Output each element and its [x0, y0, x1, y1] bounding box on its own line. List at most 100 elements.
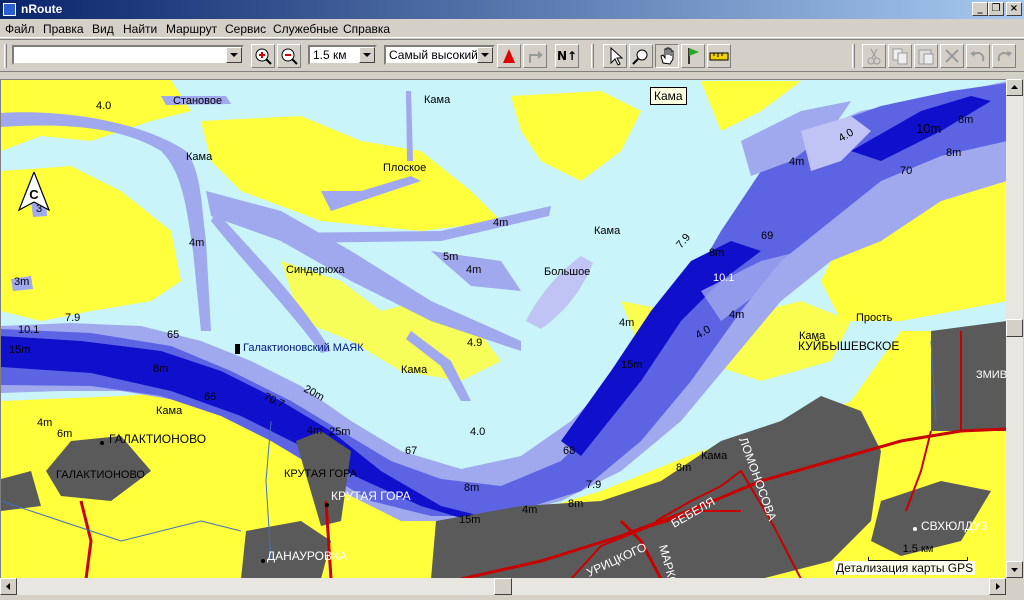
map-canvas[interactable]: 4.0 Становое Кама Кама Плоское 4m 3 4m С… [1, 80, 1006, 578]
map-label: Кама [401, 364, 428, 376]
waypoint-tool-button[interactable] [681, 44, 705, 68]
detail-value: Самый высокий [389, 48, 478, 62]
map-label: 4.0 [96, 100, 111, 112]
title-bar: nRoute _ ❐ × [0, 0, 1024, 19]
scale-select[interactable]: 1.5 км [308, 45, 377, 65]
map-label: КРУТАЯ ГОРА [284, 468, 358, 480]
north-up-button[interactable]: N↑ [555, 44, 579, 68]
map-label: 4.0 [470, 426, 485, 438]
detail-label: Детализация карты GPS [834, 561, 976, 575]
menu-file[interactable]: Файл [5, 22, 35, 36]
hand-icon [660, 47, 674, 65]
measure-tool-button[interactable] [707, 44, 731, 68]
copy-button[interactable] [888, 44, 912, 68]
map-label: Плоское [383, 162, 426, 174]
close-button[interactable]: × [1006, 2, 1022, 16]
redo-icon [997, 51, 1012, 62]
chevron-down-icon[interactable] [477, 47, 493, 63]
zoom-tool-button[interactable] [629, 44, 653, 68]
map-label: 8m [153, 363, 168, 375]
map-label: КУЙБЫШЕВСКОЕ [798, 338, 899, 353]
toolbar-grip[interactable] [852, 44, 855, 68]
menu-help[interactable]: Справка [343, 22, 390, 36]
toolbar-grip[interactable] [4, 44, 7, 68]
pan-tool-button[interactable] [655, 44, 679, 68]
map-label: 10m [916, 121, 941, 136]
scrollbar-corner [1006, 578, 1024, 600]
map-label: 15m [459, 514, 480, 526]
menu-service[interactable]: Сервис [225, 22, 266, 36]
map-label: Становое [173, 95, 222, 107]
copy-icon [892, 48, 908, 65]
map-label: 5m [443, 251, 458, 263]
map-label: Большое [544, 266, 590, 278]
lighthouse-icon [235, 344, 240, 354]
map-label: 4m [522, 504, 537, 516]
menu-find[interactable]: Найти [123, 22, 157, 36]
map-label: 68 [563, 445, 575, 457]
horizontal-scroll-thumb[interactable] [494, 578, 512, 595]
zoom-out-button[interactable] [277, 44, 301, 68]
maximize-button[interactable]: ❐ [988, 2, 1004, 16]
minimize-button[interactable]: _ [972, 2, 988, 16]
chevron-down-icon[interactable] [359, 47, 375, 63]
map-label: КРУТАЯ ГОРА [331, 489, 411, 503]
poi-dot [261, 559, 265, 563]
compass-letter: С [29, 187, 39, 202]
vertical-scroll-thumb[interactable] [1006, 319, 1023, 337]
menu-bar: Файл Правка Вид Найти Маршрут Сервис Слу… [0, 19, 1024, 38]
map-label: 4m [619, 317, 634, 329]
undo-button[interactable] [966, 44, 990, 68]
map-label: 8m [464, 482, 479, 494]
position-button[interactable] [497, 44, 521, 68]
search-combo[interactable] [12, 45, 244, 65]
menu-route[interactable]: Маршрут [166, 22, 217, 36]
paste-button[interactable] [914, 44, 938, 68]
map-label: 4m [307, 425, 322, 437]
delete-button[interactable] [940, 44, 964, 68]
detail-select[interactable]: Самый высокий [384, 45, 495, 65]
arrow-left-icon [6, 583, 10, 590]
map-label: Прость [856, 312, 893, 324]
menu-utilities[interactable]: Служебные [273, 22, 338, 36]
map-label: 15m [621, 359, 642, 371]
map-label: 3m [14, 276, 29, 288]
map-label: Кама [156, 405, 183, 417]
select-tool-button[interactable] [603, 44, 627, 68]
scroll-left-button[interactable] [0, 578, 17, 595]
scroll-down-button[interactable] [1006, 561, 1023, 578]
scroll-up-button[interactable] [1006, 79, 1023, 96]
cut-button[interactable] [862, 44, 886, 68]
map-label: Кама [186, 151, 213, 163]
map-label: 66 [204, 391, 216, 403]
map-view[interactable]: 4.0 Становое Кама Кама Плоское 4m 3 4m С… [0, 79, 1006, 578]
zoom-in-button[interactable] [251, 44, 275, 68]
map-label: 8m [568, 498, 583, 510]
menu-view[interactable]: Вид [92, 22, 114, 36]
scroll-right-button[interactable] [989, 578, 1006, 595]
menu-edit[interactable]: Правка [43, 22, 84, 36]
turn-button[interactable] [523, 44, 547, 68]
map-label: 10.1 [18, 324, 39, 336]
map-label: 67 [405, 445, 417, 457]
window-title: nRoute [21, 2, 63, 16]
redo-button[interactable] [992, 44, 1016, 68]
vertical-scrollbar[interactable] [1006, 79, 1023, 578]
map-label: 4m [37, 417, 52, 429]
map-label: 65 [167, 329, 179, 341]
toolbar-grip[interactable] [591, 44, 594, 68]
map-label: ГАЛАКТИОНОВО [109, 432, 206, 446]
horizontal-scrollbar[interactable] [0, 578, 1006, 595]
map-label: Кама [701, 450, 728, 462]
magnifier-icon [632, 49, 648, 65]
poi-dot [913, 527, 917, 531]
map-label: ДАНАУРОВКА [267, 549, 347, 563]
map-label: 15m [9, 344, 30, 356]
chevron-down-icon[interactable] [226, 47, 242, 63]
map-label: СВХЮЛДУЗ [921, 519, 987, 533]
poi-dot [325, 503, 329, 507]
undo-icon [970, 51, 985, 62]
map-label: 4m [466, 264, 481, 276]
map-label: 8m [676, 462, 691, 474]
map-label: ГАЛАКТИОНОВО [56, 469, 145, 481]
